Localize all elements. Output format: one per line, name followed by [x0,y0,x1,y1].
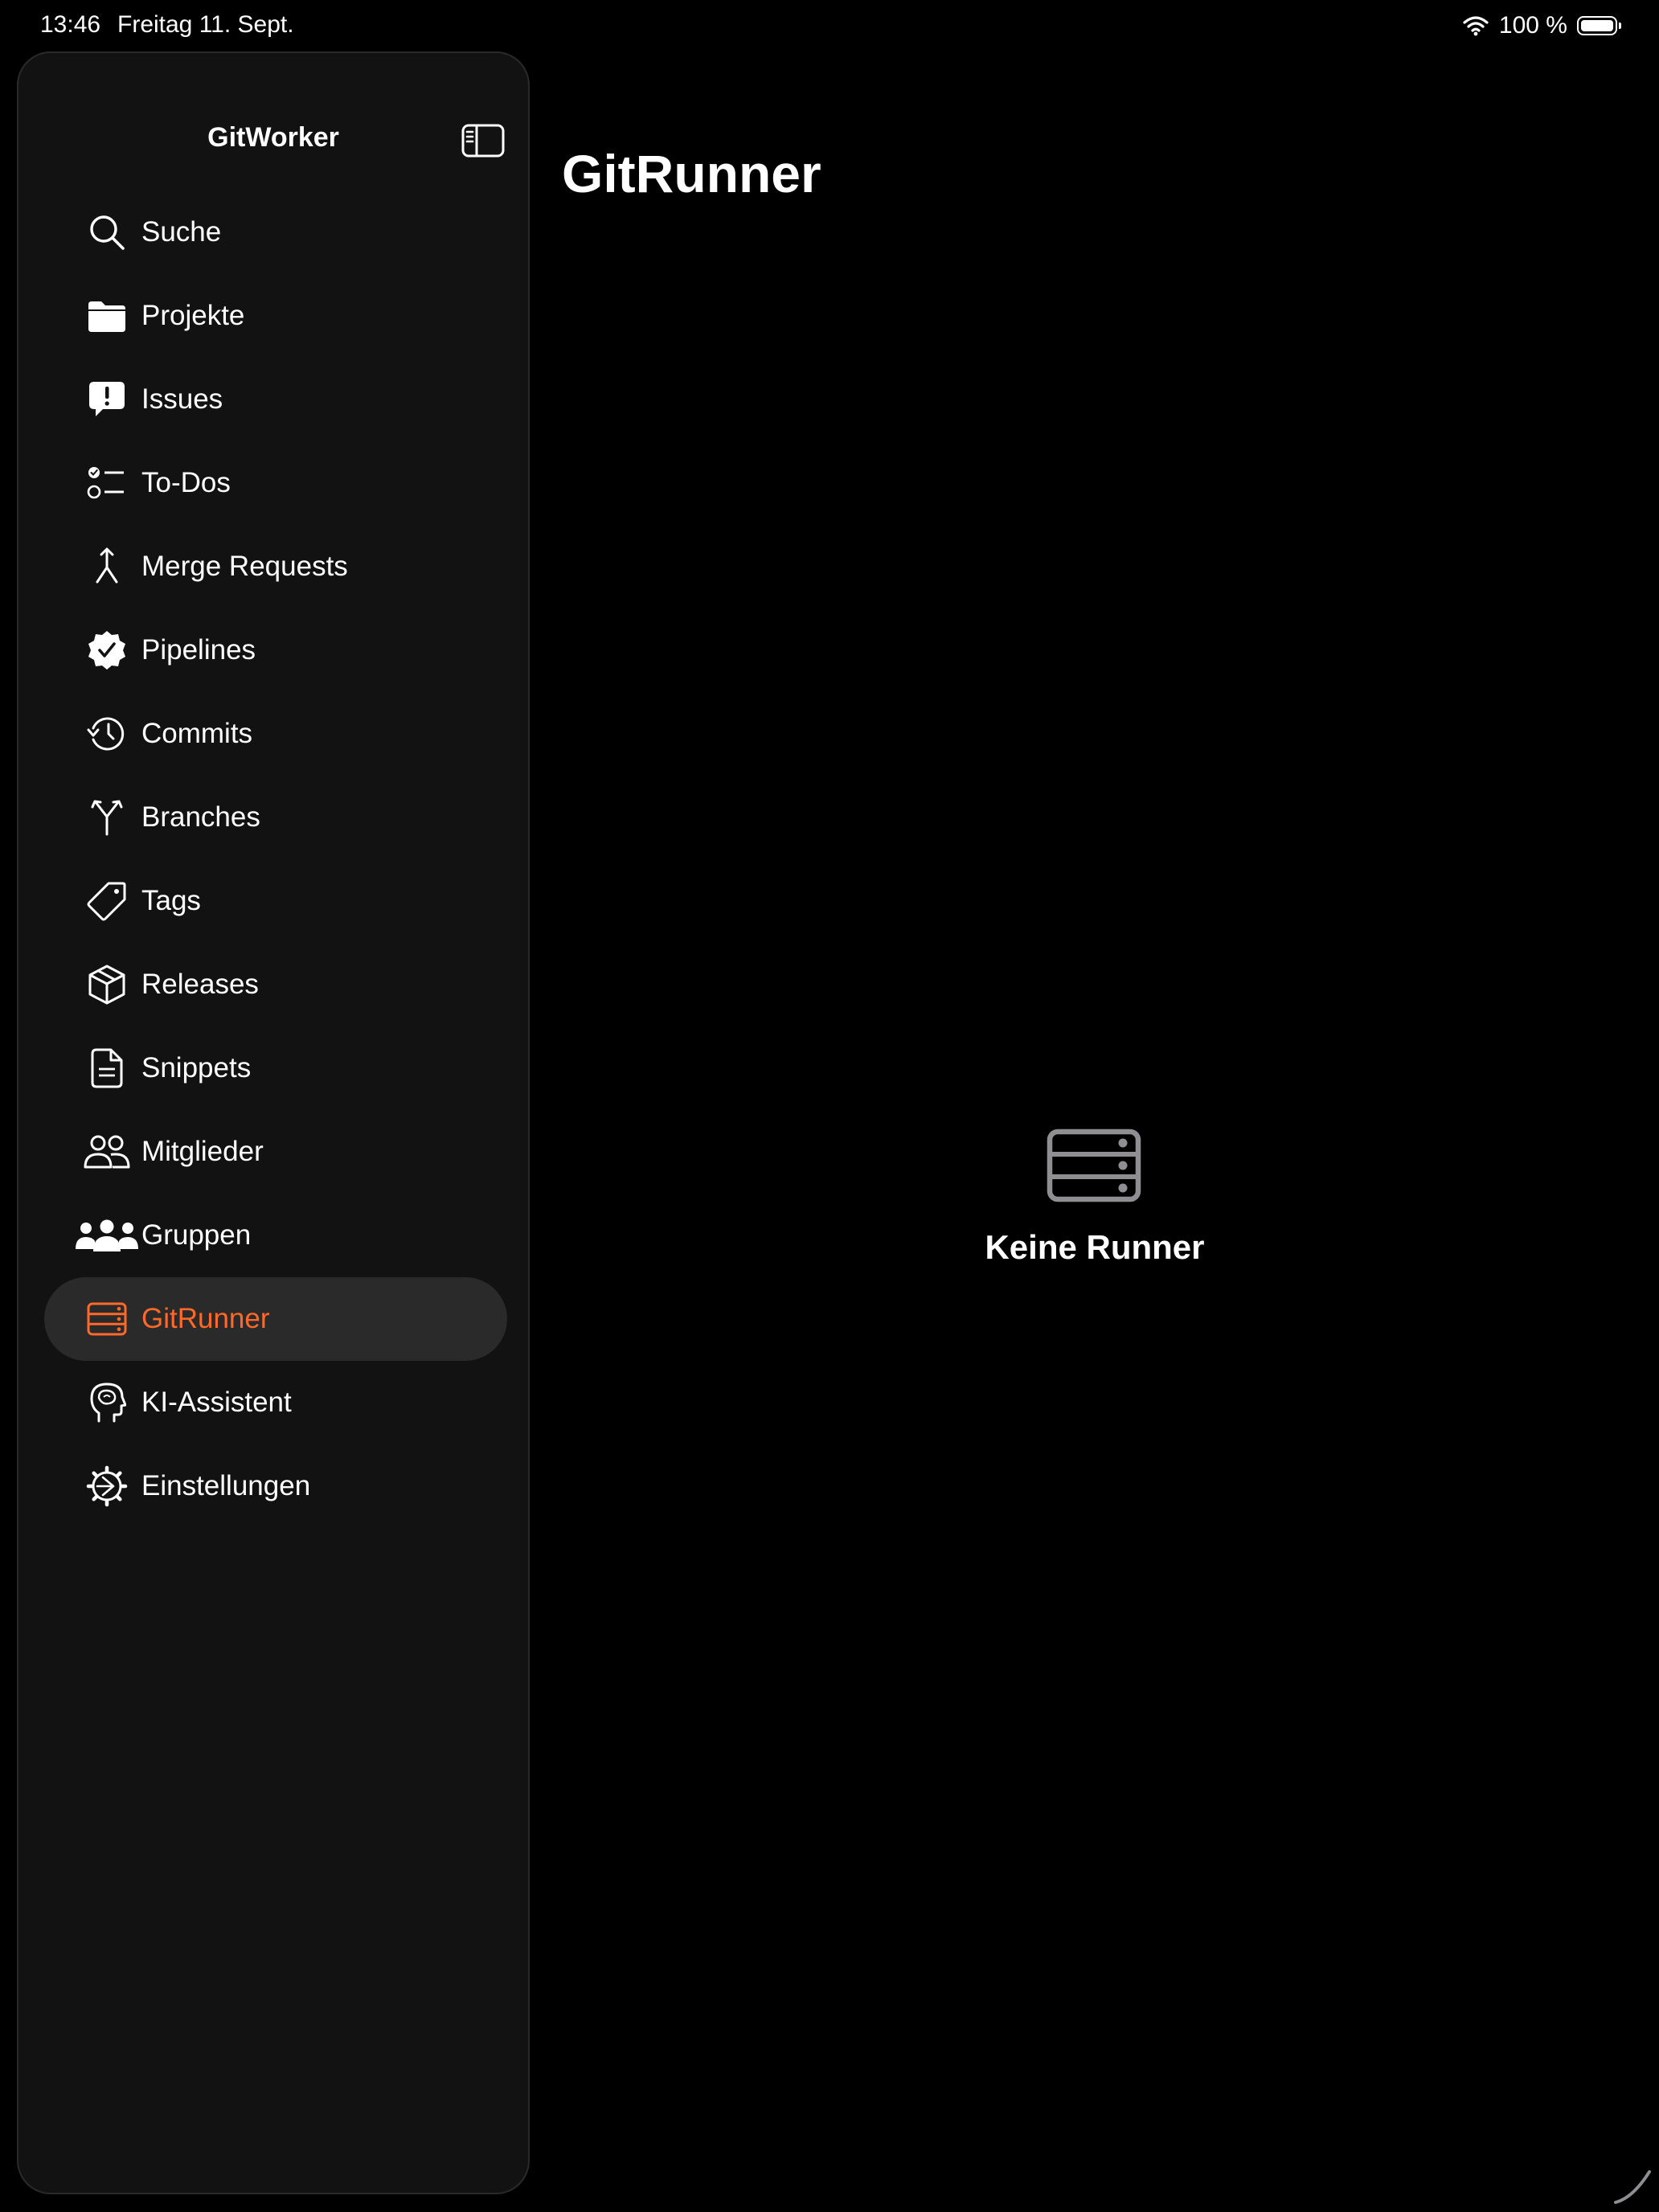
sidebar-item-label: KI-Assistent [141,1387,292,1418]
sidebar-item-gruppen[interactable]: Gruppen [44,1194,507,1277]
battery-level-fill [1581,20,1613,31]
sidebar-item-gitrunner[interactable]: GitRunner [44,1277,507,1361]
sidebar-item-releases[interactable]: Releases [44,943,507,1026]
status-date: Freitag 11. Sept. [117,11,294,38]
package-box-icon [83,961,131,1009]
merge-icon [83,543,131,591]
sidebar-item-snippets[interactable]: Snippets [44,1026,507,1110]
sidebar-item-label: Projekte [141,300,245,331]
sidebar-title: GitWorker [207,122,339,153]
sidebar-item-label: Pipelines [141,634,256,666]
server-rack-icon [83,1295,131,1343]
sidebar-item-branches[interactable]: Branches [44,776,507,859]
branch-icon [83,793,131,842]
three-people-icon [75,1211,139,1260]
tag-icon [83,877,131,925]
document-icon [83,1044,131,1092]
sidebar-item-ki-assistent[interactable]: KI-Assistent [44,1361,507,1444]
sidebar-item-label: Issues [141,383,223,415]
battery-icon [1577,16,1621,35]
sidebar-item-tags[interactable]: Tags [44,859,507,943]
server-rack-icon [1047,1129,1141,1202]
app-window: 13:46 Freitag 11. Sept. 100 % GitWorker [0,0,1659,2212]
two-people-icon [83,1128,131,1176]
gear-icon [83,1462,131,1510]
page-title: GitRunner [562,144,821,203]
sidebar-item-label: To-Dos [141,467,231,498]
sidebar-item-merge-requests[interactable]: Merge Requests [44,525,507,608]
sidebar-item-pipelines[interactable]: Pipelines [44,608,507,692]
sidebar-item-einstellungen[interactable]: Einstellungen [44,1444,507,1528]
sidebar-item-label: GitRunner [141,1303,270,1334]
folder-icon [83,292,131,340]
sidebar-item-label: Suche [141,216,222,248]
wifi-icon [1462,15,1489,36]
sidebar-item-label: Branches [141,801,260,833]
exclamation-bubble-icon [83,375,131,424]
scribble-indicator-icon [1611,2162,1656,2207]
sidebar-item-label: Einstellungen [141,1470,311,1501]
sidebar: GitWorker Suche Projekte Issues To-Dos M… [17,51,530,2194]
status-indicators: 100 % [1462,11,1621,40]
history-clock-icon [83,710,131,758]
search-icon [83,208,131,256]
sidebar-item-mitglieder[interactable]: Mitglieder [44,1110,507,1194]
sidebar-item-label: Tags [141,885,201,916]
sidebar-item-issues[interactable]: Issues [44,358,507,441]
sidebar-item-label: Snippets [141,1052,252,1083]
sidebar-item-commits[interactable]: Commits [44,692,507,776]
sidebar-item-label: Merge Requests [141,551,348,582]
sidebar-left-icon [461,124,505,158]
checkmark-seal-icon [83,626,131,674]
sidebar-item-label: Releases [141,969,259,1000]
checklist-icon [83,459,131,507]
sidebar-item-to-dos[interactable]: To-Dos [44,441,507,525]
empty-state-message: Keine Runner [985,1228,1205,1266]
sidebar-item-suche[interactable]: Suche [44,190,507,274]
status-time: 13:46 [40,11,101,38]
sidebar-item-label: Gruppen [141,1219,252,1251]
brain-head-icon [83,1378,131,1427]
sidebar-toggle-button[interactable] [461,124,505,158]
sidebar-item-projekte[interactable]: Projekte [44,274,507,358]
battery-percentage: 100 % [1498,12,1567,39]
sidebar-item-label: Mitglieder [141,1136,264,1167]
sidebar-item-label: Commits [141,718,253,749]
